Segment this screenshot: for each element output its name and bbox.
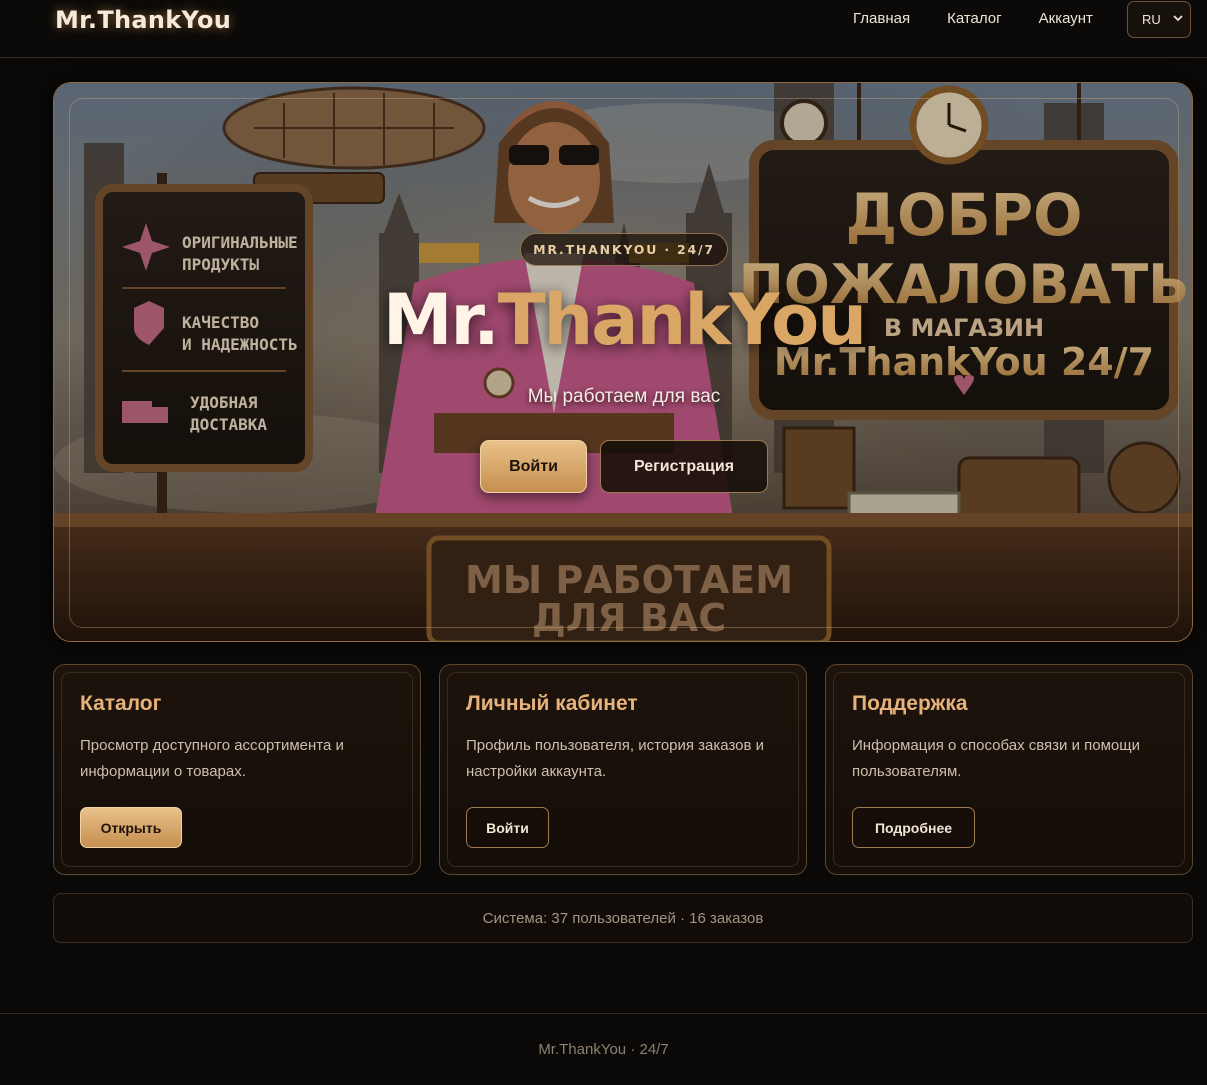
main-nav: Главная Каталог Аккаунт — [853, 10, 1093, 27]
hero-title-part2: ThankYou — [497, 279, 867, 361]
system-status-bar: Система: 37 пользователей · 16 заказов — [53, 893, 1193, 943]
card-catalog: Каталог Просмотр доступного ассортимента… — [53, 664, 421, 875]
page-footer: Mr.ThankYou · 24/7 — [0, 1013, 1207, 1085]
card-description: Информация о способах связи и помощи пол… — [852, 737, 1140, 780]
chevron-down-icon — [1173, 15, 1183, 22]
nav-link-catalog[interactable]: Каталог — [947, 10, 1002, 27]
card-support: Поддержка Информация о способах связи и … — [825, 664, 1193, 875]
open-catalog-button[interactable]: Открыть — [80, 807, 182, 848]
brand-part1: Mr. — [55, 6, 98, 34]
card-description: Профиль пользователя, история заказов и … — [466, 737, 765, 780]
hero-title: Mr.ThankYou — [54, 279, 1192, 361]
brand-part2: ThankYou — [97, 6, 232, 34]
brand-logo[interactable]: Mr.ThankYou — [55, 6, 231, 34]
footer-text: Mr.ThankYou · 24/7 — [538, 1041, 669, 1058]
hero-subtitle: Мы работаем для вас — [527, 386, 721, 407]
hero-banner: ОРИГИНАЛЬНЫЕ ПРОДУКТЫ КАЧЕСТВО И НАДЕЖНО… — [53, 82, 1193, 642]
top-navbar: Mr.ThankYou Главная Каталог Аккаунт RU — [0, 0, 1207, 58]
hero-illustration: ОРИГИНАЛЬНЫЕ ПРОДУКТЫ КАЧЕСТВО И НАДЕЖНО… — [54, 83, 1192, 641]
language-value: RU — [1142, 12, 1161, 27]
hero-register-button[interactable]: Регистрация — [600, 440, 768, 493]
card-title: Каталог — [80, 692, 162, 715]
nav-link-account[interactable]: Аккаунт — [1039, 10, 1093, 27]
account-login-button[interactable]: Войти — [466, 807, 549, 848]
card-title: Личный кабинет — [466, 692, 638, 715]
card-description: Просмотр доступного ассортимента и инфор… — [80, 737, 344, 780]
support-details-button[interactable]: Подробнее — [852, 807, 975, 848]
hero-login-button[interactable]: Войти — [480, 440, 587, 493]
language-select[interactable]: RU — [1127, 1, 1191, 38]
hero-title-part1: Mr. — [382, 279, 500, 361]
card-title: Поддержка — [852, 692, 968, 715]
system-status-text: Система: 37 пользователей · 16 заказов — [482, 909, 764, 927]
nav-link-home[interactable]: Главная — [853, 10, 910, 27]
hero-badge: MR.THANKYOU · 24/7 — [520, 233, 728, 266]
card-account: Личный кабинет Профиль пользователя, ист… — [439, 664, 807, 875]
